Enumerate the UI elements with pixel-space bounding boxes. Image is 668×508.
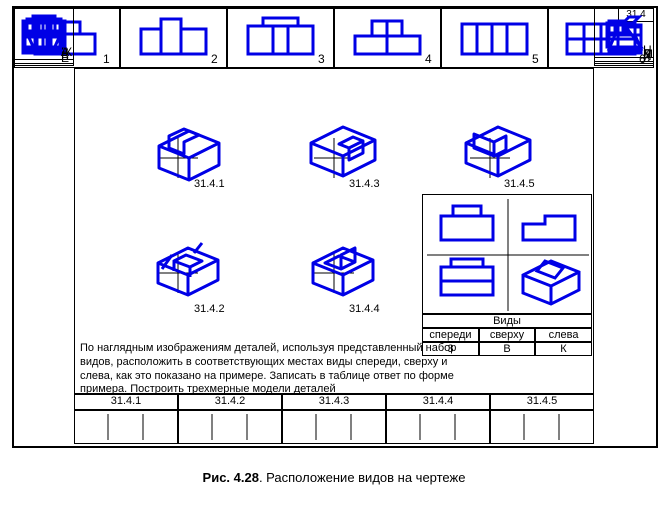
caption-rest: . Расположение видов на чертеже <box>259 470 466 485</box>
top-num-2: 2 <box>211 52 218 66</box>
caption-bold: Рис. 4.28 <box>203 470 259 485</box>
top-cell-3: 3 <box>227 8 334 68</box>
iso-lbl-3: 31.4.3 <box>349 178 380 190</box>
example-block <box>422 194 592 314</box>
drawing-frame: 31.4 1 2 <box>12 6 658 448</box>
top-cell-5: 5 <box>441 8 548 68</box>
iso-lbl-4: 31.4.4 <box>349 303 380 315</box>
figure-caption: Рис. 4.28. Расположение видов на чертеже <box>0 470 668 485</box>
answer-strip: 31.4.1 31.4.2 31.4.3 31.4.4 31.4.5 <box>74 394 654 444</box>
views-header: Виды <box>422 314 592 328</box>
right-cell-n: Н <box>594 8 654 58</box>
instruction-text: По наглядным изображениям деталей, испол… <box>80 342 480 397</box>
views-ans-2: К <box>535 342 592 356</box>
ans-h-1: 31.4.1 <box>74 394 178 410</box>
top-num-4: 4 <box>425 52 432 66</box>
ans-h-3: 31.4.3 <box>282 394 386 410</box>
ans-h-5: 31.4.5 <box>490 394 594 410</box>
right-lbl-n: Н <box>643 43 652 57</box>
iso-lbl-2: 31.4.2 <box>194 303 225 315</box>
iso-4 <box>299 233 389 308</box>
iso-lbl-1: 31.4.1 <box>194 178 225 190</box>
views-col-top: сверху <box>479 328 535 342</box>
left-lbl-a: А <box>61 45 69 59</box>
top-cell-2: 2 <box>120 8 227 68</box>
left-cell-a: А <box>14 8 74 60</box>
top-num-1: 1 <box>103 52 110 66</box>
views-col-front: спереди <box>422 328 479 342</box>
views-ans-1: В <box>479 342 535 356</box>
ans-h-2: 31.4.2 <box>178 394 282 410</box>
iso-lbl-5: 31.4.5 <box>504 178 535 190</box>
views-col-left: слева <box>535 328 592 342</box>
iso-2 <box>144 233 234 308</box>
top-cell-4: 4 <box>334 8 441 68</box>
top-num-3: 3 <box>318 52 325 66</box>
top-num-5: 5 <box>532 52 539 66</box>
ans-h-4: 31.4.4 <box>386 394 490 410</box>
